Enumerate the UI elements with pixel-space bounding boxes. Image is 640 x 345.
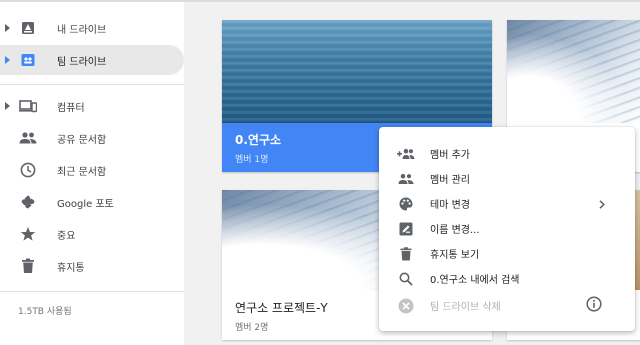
sidebar: 내 드라이브 팀 드라이브 컴퓨터 공유 문서함 최근 문서함 Google 포… [0,2,184,345]
pinwheel-icon [18,192,38,212]
people-icon [18,128,38,148]
team-drive-icon [18,50,38,70]
cancel-icon [397,297,415,315]
expand-arrow-icon[interactable] [5,24,10,32]
menu-item-label: 이름 변경... [430,225,480,236]
sidebar-item-google-photos[interactable]: Google 포토 [0,187,184,217]
palette-icon [397,195,415,213]
card-subtitle: 멤버 2명 [235,323,269,333]
sidebar-item-trash[interactable]: 휴지통 [0,251,184,281]
card-title: 0.연구소 [235,133,282,147]
sidebar-item-label: 공유 문서함 [57,134,107,146]
info-icon[interactable] [586,295,602,316]
menu-item-label: 테마 변경 [430,200,470,211]
trash-icon [18,256,38,276]
rename-icon [397,220,415,238]
menu-item-rename[interactable]: 이름 변경... [379,216,635,241]
person-add-icon [397,145,415,163]
search-icon [397,270,415,288]
drive-icon [18,18,38,38]
menu-item-search-within[interactable]: 0.연구소 내에서 검색 [379,266,635,291]
sidebar-item-my-drive[interactable]: 내 드라이브 [0,13,184,43]
context-menu: 멤버 추가 멤버 관리 테마 변경 이름 변경... 휴지통 보기 0.연구소 … [379,127,635,331]
card-subtitle: 멤버 1명 [235,155,269,165]
expand-arrow-icon[interactable] [5,102,10,110]
card-title: 연구소 프로젝트-Y [235,301,328,315]
trash-icon [397,245,415,263]
menu-item-manage-members[interactable]: 멤버 관리 [379,166,635,191]
people-icon [397,170,415,188]
sidebar-item-label: Google 포토 [57,198,114,210]
sidebar-item-label: 내 드라이브 [57,24,107,36]
menu-item-add-members[interactable]: 멤버 추가 [379,141,635,166]
menu-item-view-trash[interactable]: 휴지통 보기 [379,241,635,266]
menu-item-label: 팀 드라이브 삭제 [430,302,501,313]
card-thumbnail [507,20,640,123]
divider [0,84,184,85]
sidebar-item-shared[interactable]: 공유 문서함 [0,123,184,153]
menu-item-label: 멤버 관리 [430,175,470,186]
star-icon [18,224,38,244]
sidebar-item-label: 팀 드라이브 [57,56,107,68]
sidebar-item-team-drive[interactable]: 팀 드라이브 [0,45,184,75]
sidebar-item-label: 중요 [57,230,76,242]
sidebar-item-recent[interactable]: 최근 문서함 [0,155,184,185]
sidebar-item-label: 휴지통 [57,262,85,274]
menu-item-delete-team-drive[interactable]: 팀 드라이브 삭제 [379,293,635,318]
card-thumbnail [222,20,492,123]
menu-item-change-theme[interactable]: 테마 변경 [379,191,635,216]
sidebar-item-label: 컴퓨터 [57,102,85,114]
computer-icon [18,96,38,116]
sidebar-item-computers[interactable]: 컴퓨터 [0,91,184,121]
sidebar-item-starred[interactable]: 중요 [0,219,184,249]
clock-icon [18,160,38,180]
expand-arrow-icon[interactable] [5,56,10,64]
menu-item-label: 멤버 추가 [430,150,470,161]
menu-item-label: 0.연구소 내에서 검색 [430,275,520,286]
divider [0,291,184,292]
storage-usage: 1.5TB 사용됨 [18,307,72,317]
menu-item-label: 휴지통 보기 [430,250,480,261]
sidebar-item-label: 최근 문서함 [57,166,107,178]
chevron-right-icon [599,194,605,213]
